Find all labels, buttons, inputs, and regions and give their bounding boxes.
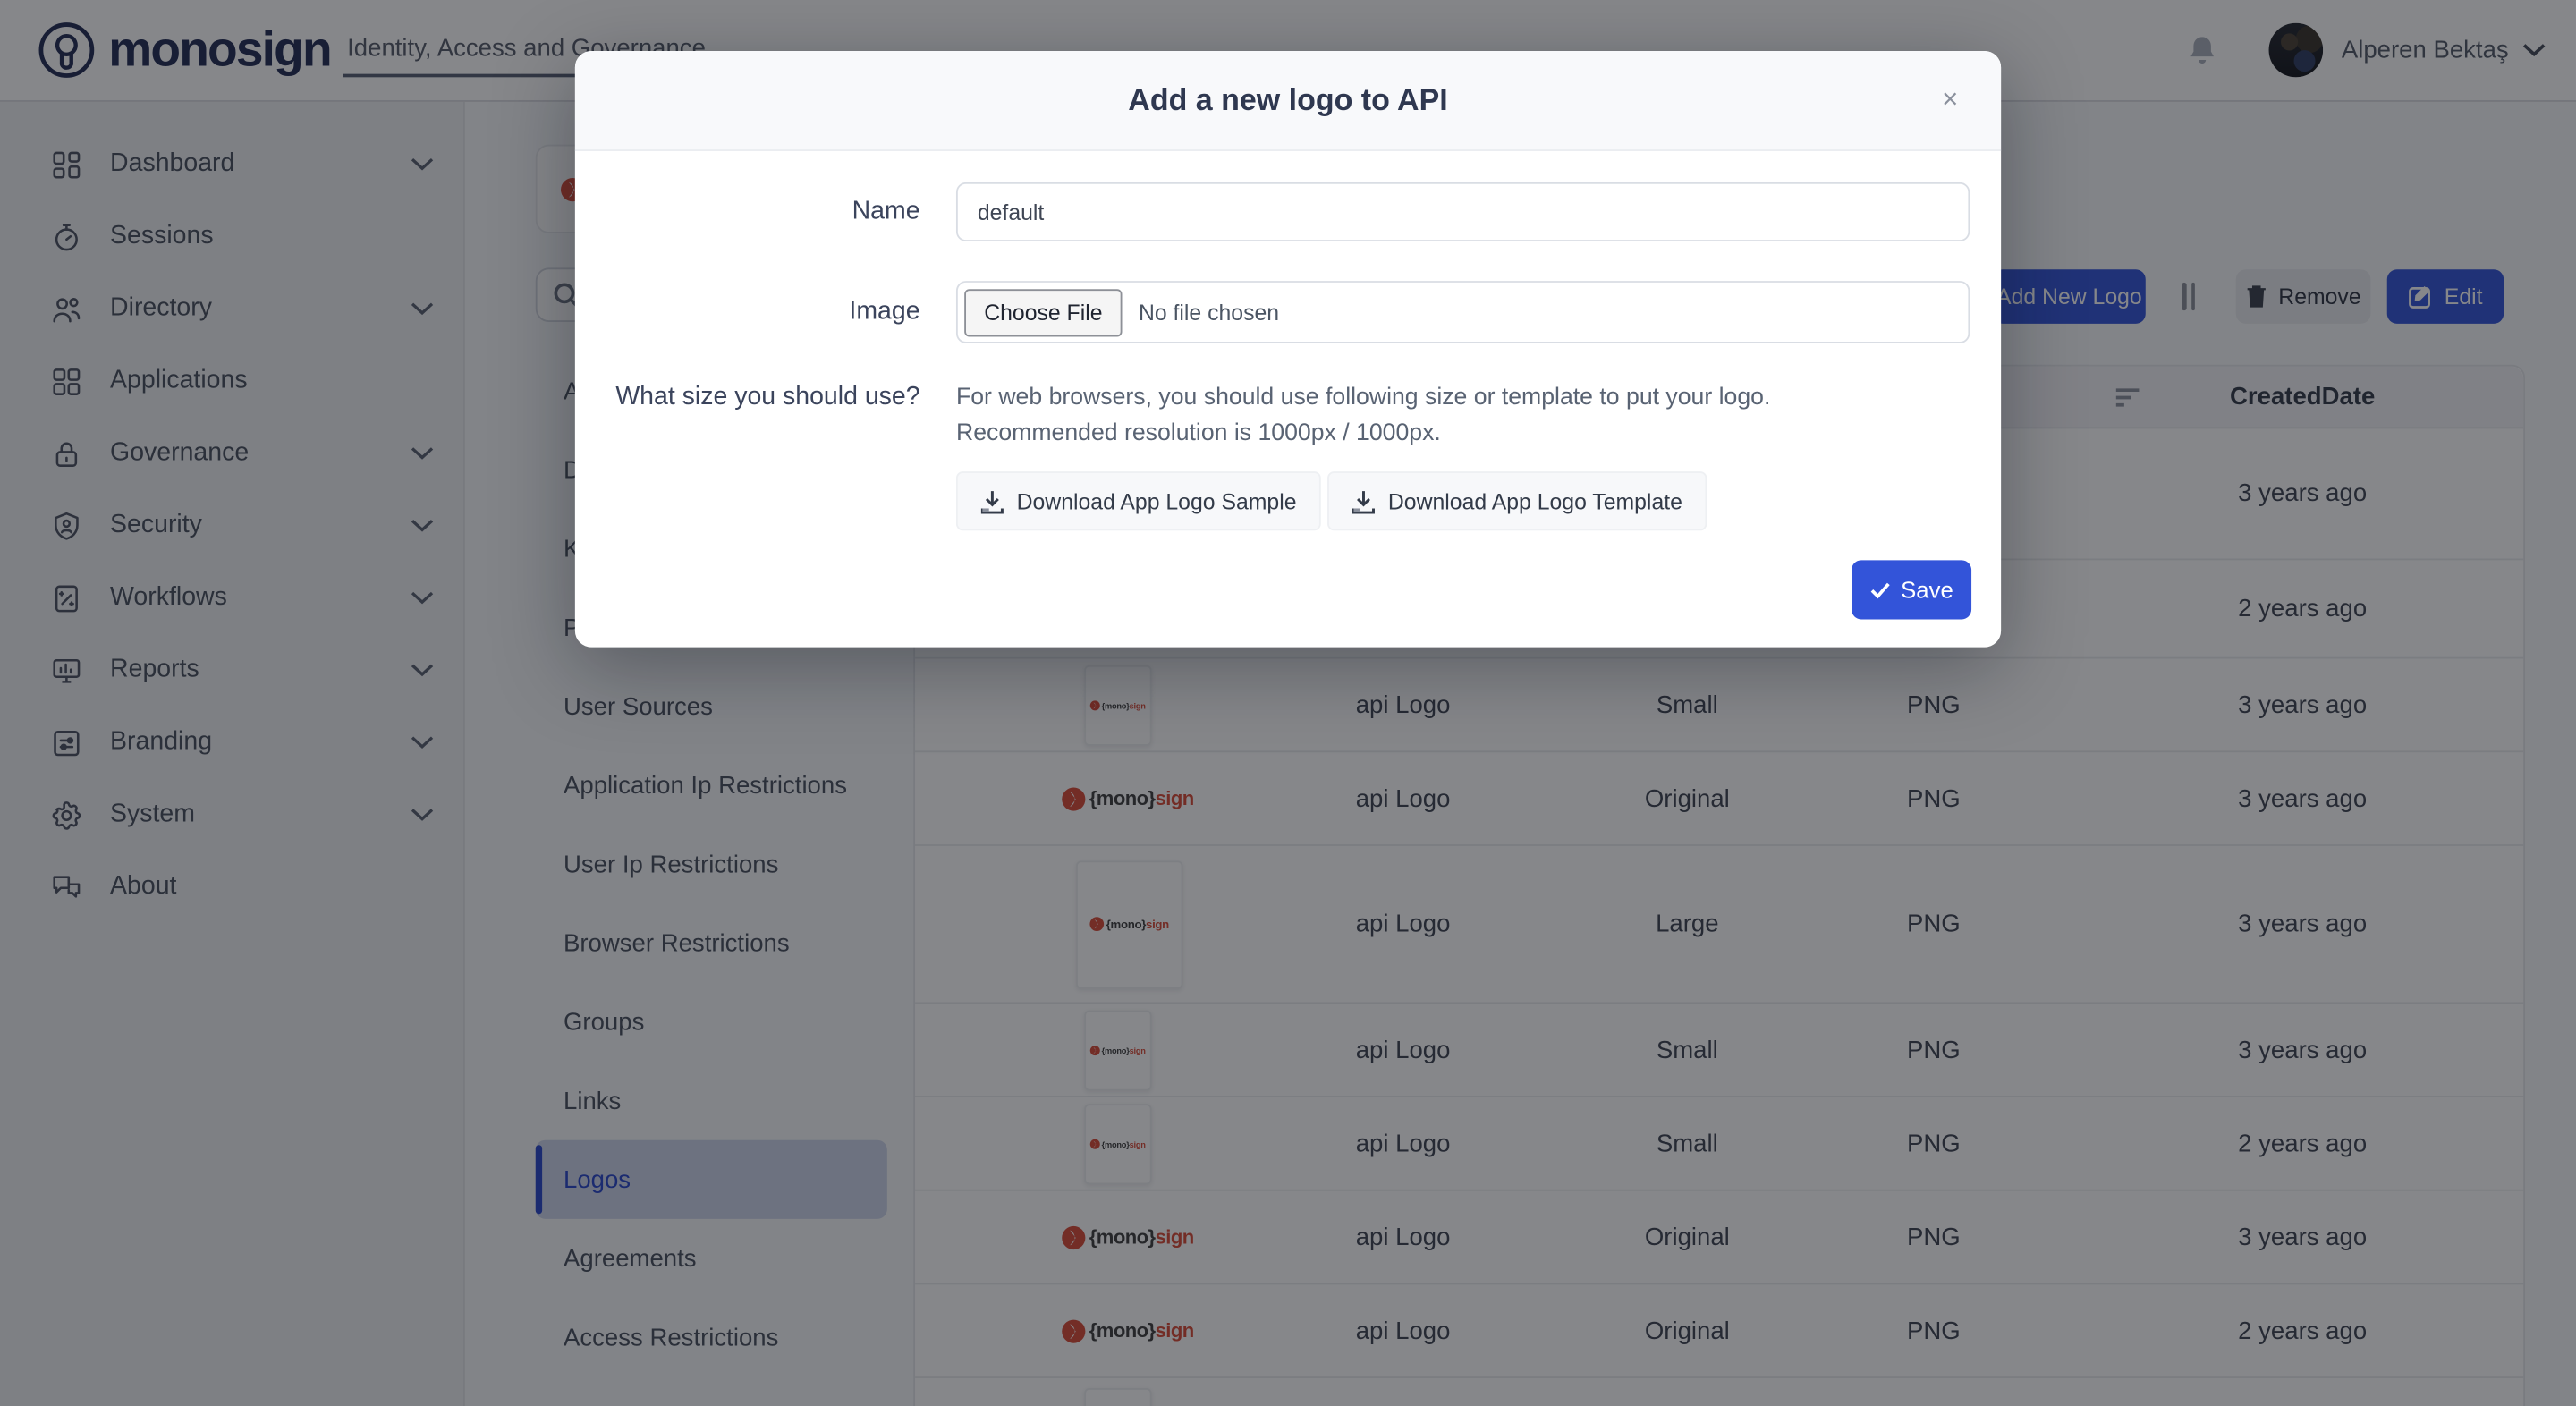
image-label: Image xyxy=(575,293,920,330)
download-buttons-row: Download App Logo Sample Download App Lo… xyxy=(575,471,2001,530)
download-icon xyxy=(980,488,1004,513)
download-icon xyxy=(1352,488,1375,513)
add-logo-modal: Add a new logo to API × Name Image Choos… xyxy=(575,51,2001,648)
name-field-row: Name xyxy=(575,182,2001,241)
modal-title: Add a new logo to API xyxy=(1128,82,1447,118)
close-icon[interactable]: × xyxy=(1928,77,1971,123)
check-icon xyxy=(1869,580,1891,598)
download-sample-button[interactable]: Download App Logo Sample xyxy=(956,471,1321,530)
download-template-button[interactable]: Download App Logo Template xyxy=(1327,471,1707,530)
no-file-chosen-text: No file chosen xyxy=(1139,300,1279,325)
app-window: monosign Identity, Access and Governance… xyxy=(0,0,2576,1406)
image-file-input[interactable]: Choose File No file chosen xyxy=(956,281,1970,343)
modal-header: Add a new logo to API × xyxy=(575,51,2001,151)
save-button[interactable]: Save xyxy=(1852,560,1971,619)
name-label: Name xyxy=(575,193,920,230)
modal-footer: Save xyxy=(575,560,2001,619)
size-help-label: What size you should use? xyxy=(575,379,920,416)
size-help-text: For web browsers, you should use followi… xyxy=(956,379,1970,452)
choose-file-button[interactable]: Choose File xyxy=(964,288,1122,335)
name-input[interactable] xyxy=(956,182,1970,241)
image-field-row: Image Choose File No file chosen xyxy=(575,281,2001,343)
size-help-row: What size you should use? For web browse… xyxy=(575,379,2001,452)
